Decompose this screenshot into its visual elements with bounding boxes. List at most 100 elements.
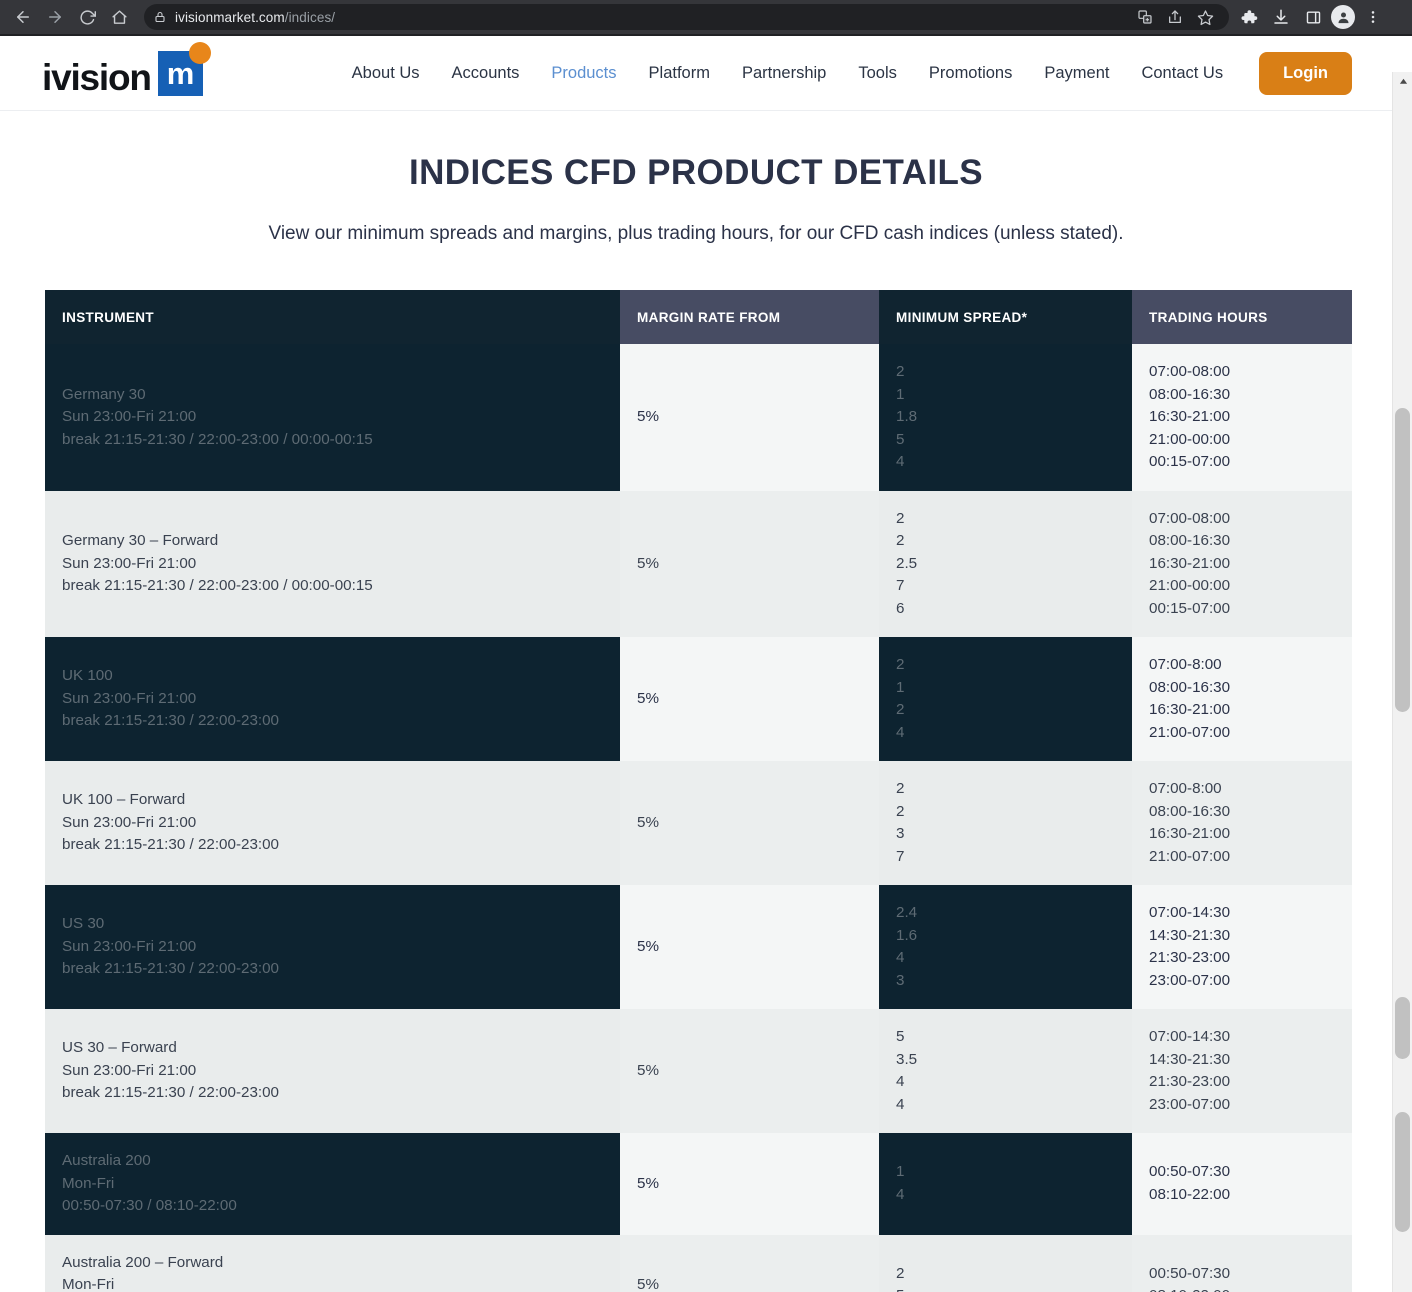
table-row: US 30 – Forward Sun 23:00-Fri 21:00 break … xyxy=(45,1009,1352,1133)
instrument-session: Sun 23:00-Fri 21:00 xyxy=(62,554,197,572)
cell-minimum-spread: 2 2 3 7 xyxy=(879,761,1132,885)
spread-value: 5 xyxy=(896,430,905,448)
page-scrollbar[interactable] xyxy=(1392,72,1412,1292)
nav-item-accounts[interactable]: Accounts xyxy=(436,64,536,83)
nav-item-tools[interactable]: Tools xyxy=(842,64,913,83)
translate-icon[interactable] xyxy=(1131,3,1159,31)
spread-value: 4 xyxy=(896,453,905,470)
spread-value: 7 xyxy=(896,847,905,865)
instrument-breaks: break 21:15-21:30 / 22:00-23:00 / 00:00-… xyxy=(62,430,373,448)
puzzle-piece-icon[interactable] xyxy=(1235,3,1263,31)
spread-value: 2 xyxy=(896,780,905,797)
forward-arrow-icon[interactable] xyxy=(40,2,70,32)
trading-hours-value: 23:00-07:00 xyxy=(1149,971,1231,989)
trading-hours-value: 08:00-16:30 xyxy=(1149,385,1231,403)
nav-item-promotions[interactable]: Promotions xyxy=(913,64,1028,83)
spread-value: 5 xyxy=(896,1285,1132,1292)
web-page: ivision m About Us Accounts Products Pla… xyxy=(0,36,1392,1292)
navigation-buttons xyxy=(8,2,134,32)
scrollbar-thumb[interactable] xyxy=(1395,408,1410,712)
instrument-name: UK 100 xyxy=(62,667,113,685)
spread-value: 2 xyxy=(896,656,905,673)
cell-margin-rate: 5% xyxy=(620,344,879,491)
indices-product-table: INSTRUMENT MARGIN RATE FROM MINIMUM SPRE… xyxy=(45,290,1352,1292)
product-table-container: INSTRUMENT MARGIN RATE FROM MINIMUM SPRE… xyxy=(0,245,1392,1292)
spread-value: 4 xyxy=(896,1185,905,1203)
trading-hours-value: 07:00-08:00 xyxy=(1149,509,1231,527)
trading-hours-value: 00:50-07:30 xyxy=(1149,1264,1231,1282)
page-title: INDICES CFD PRODUCT DETAILS xyxy=(408,153,984,192)
instrument-name: UK 100 – Forward xyxy=(62,791,186,809)
trading-hours-value: 21:30-23:00 xyxy=(1149,949,1231,966)
spread-value: 2 xyxy=(896,532,905,549)
cell-instrument: Australia 200 Mon-Fri 00:50-07:30 / 08:10-… xyxy=(45,1133,620,1235)
cell-trading-hours: 07:00-14:30 14:30-21:30 21:30-23:00 23:00-0… xyxy=(1132,1009,1352,1133)
trading-hours-value: 21:00-07:00 xyxy=(1149,847,1231,865)
side-panel-icon[interactable] xyxy=(1299,3,1327,31)
instrument-breaks: break 21:15-21:30 / 22:00-23:00 xyxy=(62,960,280,978)
instrument-name: US 30 – Forward xyxy=(62,1039,177,1057)
cell-minimum-spread: 2 2 2.5 7 6 xyxy=(879,490,1132,637)
trading-hours-value: 08:10-22:00 xyxy=(1149,1185,1231,1203)
cell-margin-rate: 5% xyxy=(620,1234,879,1292)
trading-hours-value: 14:30-21:30 xyxy=(1149,926,1231,944)
nav-item-products[interactable]: Products xyxy=(535,64,632,83)
trading-hours-value: 00:15-07:00 xyxy=(1149,453,1231,470)
download-icon[interactable] xyxy=(1267,3,1295,31)
cell-trading-hours: 07:00-8:00 08:00-16:30 16:30-21:00 21:00-07… xyxy=(1132,761,1352,885)
cell-margin-rate: 5% xyxy=(620,637,879,761)
trading-hours-value: 21:00-07:00 xyxy=(1149,723,1231,741)
instrument-breaks: 00:50-07:30 / 08:10-22:00 xyxy=(62,1197,237,1214)
column-header-trading-hours: TRADING HOURS xyxy=(1132,290,1352,344)
scrollbar-marker-2[interactable] xyxy=(1395,1112,1410,1232)
cell-instrument: UK 100 – Forward Sun 23:00-Fri 21:00 break… xyxy=(45,761,620,885)
instrument-name: Australia 200 xyxy=(62,1152,151,1169)
instrument-breaks: break 21:15-21:30 / 22:00-23:00 xyxy=(62,1084,280,1102)
spread-value: 2.5 xyxy=(896,554,918,572)
spread-value: 4 xyxy=(896,1073,905,1090)
instrument-breaks: break 21:15-21:30 / 22:00-23:00 xyxy=(62,712,280,730)
trading-hours-value: 16:30-21:00 xyxy=(1149,701,1231,718)
spread-value: 5 xyxy=(896,1028,905,1045)
profile-avatar-icon[interactable] xyxy=(1331,5,1355,29)
instrument-name: US 30 xyxy=(62,915,105,933)
instrument-session: Sun 23:00-Fri 21:00 xyxy=(62,813,197,831)
trading-hours-value: 07:00-14:30 xyxy=(1149,1028,1231,1045)
reload-icon[interactable] xyxy=(72,2,102,32)
cell-trading-hours: 07:00-8:00 08:00-16:30 16:30-21:00 21:00-07… xyxy=(1132,637,1352,761)
trading-hours-value: 00:50-07:30 xyxy=(1149,1163,1231,1181)
site-logo[interactable]: ivision m xyxy=(42,41,211,96)
nav-item-contact-us[interactable]: Contact Us xyxy=(1125,64,1239,83)
cell-minimum-spread: 2.4 1.6 4 3 xyxy=(879,885,1132,1009)
omnibox-actions xyxy=(1125,3,1219,31)
address-bar[interactable]: ivisionmarket.com/indices/ xyxy=(144,4,1229,30)
trading-hours-value: 23:00-07:00 xyxy=(1149,1095,1231,1113)
cell-instrument: US 30 Sun 23:00-Fri 21:00 break 21:15-21:3… xyxy=(45,885,620,1009)
nav-item-payment[interactable]: Payment xyxy=(1028,64,1125,83)
page-subtitle: View our minimum spreads and margins, pl… xyxy=(268,223,1124,244)
spread-value: 2 xyxy=(896,802,905,820)
nav-item-partnership[interactable]: Partnership xyxy=(726,64,842,83)
back-arrow-icon[interactable] xyxy=(8,2,38,32)
trading-hours-value: 08:00-16:30 xyxy=(1149,532,1231,549)
url-path: /indices/ xyxy=(284,9,336,25)
cell-instrument: Germany 30 – Forward Sun 23:00-Fri 21:00 b… xyxy=(45,490,620,637)
spread-value: 2 xyxy=(896,509,905,527)
share-icon[interactable] xyxy=(1161,3,1189,31)
url-text: ivisionmarket.com/indices/ xyxy=(175,10,335,25)
trading-hours-value: 07:00-08:00 xyxy=(1149,363,1231,380)
three-dot-menu-icon[interactable] xyxy=(1359,3,1387,31)
column-header-minimum-spread: MINIMUM SPREAD* xyxy=(879,290,1132,344)
scroll-up-arrow-icon[interactable] xyxy=(1393,72,1412,90)
home-icon[interactable] xyxy=(104,2,134,32)
main-navigation: About Us Accounts Products Platform Part… xyxy=(336,51,1352,95)
instrument-session: Sun 23:00-Fri 21:00 xyxy=(62,689,197,707)
table-row: Germany 30 – Forward Sun 23:00-Fri 21:00 b… xyxy=(45,490,1352,637)
nav-item-about-us[interactable]: About Us xyxy=(336,64,436,83)
cell-minimum-spread: 2 1 2 4 xyxy=(879,637,1132,761)
login-button[interactable]: Login xyxy=(1259,51,1352,95)
nav-item-platform[interactable]: Platform xyxy=(633,64,726,83)
scrollbar-marker-1[interactable] xyxy=(1395,997,1410,1059)
star-icon[interactable] xyxy=(1191,3,1219,31)
trading-hours-value: 07:00-8:00 xyxy=(1149,656,1222,673)
